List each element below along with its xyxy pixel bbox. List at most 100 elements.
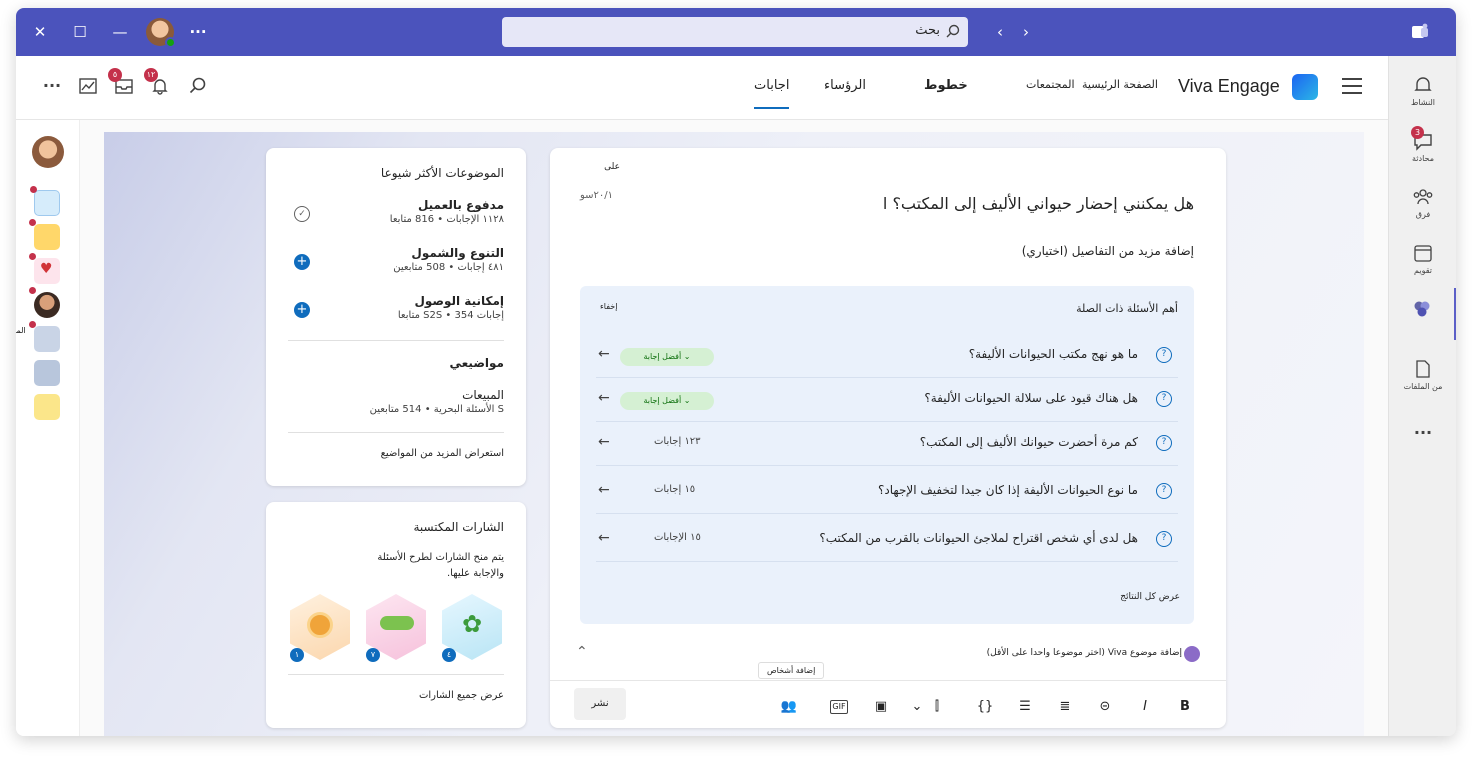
more-icon[interactable]: ··· (40, 74, 64, 98)
best-answer-label: أفضل إجابة (643, 396, 682, 405)
see-more-topics-link[interactable]: استعراض المزيد من المواضيع (381, 448, 504, 459)
rail-item-activity[interactable]: النشاط (1389, 64, 1456, 116)
topic-row[interactable]: مدفوع بالعميل ١١٢٨ الإجابات • 816 متابعا (288, 198, 504, 225)
question-text: كم مرة أحضرت حيوانك الأليف إلى المكتب؟ (919, 435, 1138, 449)
search-icon (946, 24, 960, 38)
question-icon: ? (1156, 391, 1172, 407)
rail-label: النشاط (1410, 98, 1436, 107)
teams-logo-icon (1412, 23, 1428, 38)
attach-icon[interactable]: ⫿ (926, 696, 948, 718)
see-all-results-link[interactable]: عرض كل النتائج (1120, 592, 1180, 602)
back-chevron-icon[interactable]: ‹ (988, 20, 1012, 44)
rail-item-chat[interactable]: 3 محادثة (1389, 120, 1456, 172)
community-rail: ♥ المعارف (16, 120, 80, 736)
bell-icon (1414, 77, 1432, 91)
code-block-icon[interactable]: {} (974, 696, 996, 718)
more-options-button[interactable]: ··· (186, 20, 210, 44)
hamburger-menu-icon[interactable] (1342, 78, 1362, 94)
tab-storylines[interactable]: خطوط (924, 78, 968, 93)
italic-icon[interactable]: I (1134, 696, 1156, 718)
topic-name: مدفوع بالعميل (417, 198, 504, 212)
community-icon[interactable] (30, 186, 60, 216)
engage-header: ··· ٥ ١٢ اجابات الرؤساء خطوط المجتمعات ا… (16, 56, 1388, 120)
character-counter: ٢٠/١سو (580, 190, 614, 201)
question-title-input[interactable]: هل يمكنني إحضار حيواني الأليف إلى المكتب… (883, 194, 1194, 213)
related-question-row[interactable]: ? كم مرة أحضرت حيوانك الأليف إلى المكتب؟… (596, 422, 1178, 466)
arrow-left-icon[interactable]: ← (598, 482, 610, 498)
arrow-left-icon[interactable]: ← (598, 346, 610, 362)
search-icon[interactable] (188, 76, 208, 96)
hide-button[interactable]: إخفاء (600, 302, 617, 311)
follow-plus-icon[interactable]: + (294, 302, 310, 318)
details-input[interactable]: إضافة مزيد من التفاصيل (اختياري) (1022, 244, 1194, 258)
community-icon[interactable] (34, 394, 60, 420)
arrow-left-icon[interactable]: ← (598, 390, 610, 406)
related-question-row[interactable]: ? ما هو نهج مكتب الحيوانات الأليفة؟ ⌄ أف… (596, 334, 1178, 378)
search-input[interactable]: بحث (502, 17, 968, 47)
forward-chevron-icon[interactable]: › (1014, 20, 1038, 44)
question-icon: ? (1156, 347, 1172, 363)
divider (288, 432, 504, 433)
topic-stats: ١١٢٨ الإجابات • 816 متابعا (389, 214, 504, 225)
follow-plus-icon[interactable]: + (294, 254, 310, 270)
community-icon[interactable] (29, 321, 60, 352)
related-question-row[interactable]: ? هل هناك قيود على سلالة الحيوانات الألي… (596, 378, 1178, 422)
numbered-list-icon[interactable]: ☰ (1014, 696, 1036, 718)
topic-row[interactable]: المبيعات S الأسئلة البحرية • 514 متابعين (288, 388, 504, 415)
bold-icon[interactable]: B (1174, 696, 1196, 718)
related-questions-panel: أهم الأسئلة ذات الصلة إخفاء ? ما هو نهج … (580, 286, 1194, 624)
main-area: ··· ٥ ١٢ اجابات الرؤساء خطوط المجتمعات ا… (16, 56, 1388, 736)
more-apps-button[interactable]: ··· (1389, 418, 1456, 470)
avatar[interactable] (146, 18, 176, 48)
add-people-tooltip: إضافة أشخاص (758, 662, 825, 679)
my-topics-title: مواضيعي (449, 356, 504, 370)
maximize-icon[interactable]: ☐ (68, 20, 92, 44)
community-icon[interactable] (29, 219, 60, 250)
rail-item-engage[interactable] (1389, 288, 1456, 340)
chevron-down-icon[interactable]: ⌄ (906, 696, 928, 718)
badge-count: ٧ (366, 648, 380, 662)
link-icon[interactable]: ⊝ (1094, 696, 1116, 718)
collapse-chevron-up-icon[interactable]: ⌃ (576, 644, 588, 660)
tab-home[interactable]: الصفحة الرئيسية (1082, 78, 1158, 91)
user-avatar[interactable] (32, 136, 64, 168)
rail-item-calendar[interactable]: تقويم (1389, 232, 1456, 284)
topic-row[interactable]: إمكانية الوصول إجابات 354 • S2S متابعا (288, 294, 504, 321)
best-answer-label: أفضل إجابة (643, 352, 682, 361)
image-icon[interactable]: ▣ (870, 696, 892, 718)
calendar-icon (1414, 245, 1432, 262)
heart-icon: ♥ (40, 261, 53, 277)
add-people-icon[interactable]: 👥 (778, 696, 800, 718)
related-question-row[interactable]: ? ما نوع الحيوانات الأليفة إذا كان جيدا … (596, 470, 1178, 514)
search-label: بحث (915, 23, 940, 38)
gif-icon[interactable]: GIF (830, 700, 848, 714)
following-check-icon[interactable]: ✓ (294, 206, 310, 222)
arrow-left-icon[interactable]: ← (598, 434, 610, 450)
teams-app-rail: النشاط 3 محادثة فرق تقويم من الملفات ··· (1388, 56, 1456, 736)
topics-title: الموضوعات الأكثر شيوعا (380, 166, 504, 180)
community-icon[interactable] (29, 287, 60, 318)
topics-card: الموضوعات الأكثر شيوعا مدفوع بالعميل ١١٢… (266, 148, 526, 486)
arrow-left-icon[interactable]: ← (598, 530, 610, 546)
rail-label: محادثة (1412, 154, 1434, 163)
tab-answers[interactable]: اجابات (754, 78, 790, 109)
bullet-list-icon[interactable]: ≣ (1054, 696, 1076, 718)
related-question-row[interactable]: ? هل لدى أي شخص اقتراح لملاجئ الحيوانات … (596, 518, 1178, 562)
topic-row[interactable]: التنوع والشمول ٤٨١ إجابات • 508 متابعين (288, 246, 504, 273)
viva-topic-icon (1184, 646, 1200, 662)
see-all-badges-link[interactable]: عرض جميع الشارات (419, 690, 504, 701)
topic-picker[interactable]: إضافة موضوع Viva (اختر موضوعا واحدا على … (987, 648, 1182, 658)
close-icon[interactable]: ✕ (28, 20, 52, 44)
answer-count: ١٥ إجابات (654, 484, 696, 495)
tab-leaders[interactable]: الرؤساء (824, 78, 866, 93)
analytics-icon[interactable] (78, 76, 98, 96)
minimize-icon[interactable]: — (108, 20, 132, 44)
answer-count: ١٢٣ إجابات (654, 436, 701, 447)
community-icon[interactable] (34, 360, 60, 386)
rail-item-files[interactable]: من الملفات (1389, 348, 1456, 400)
community-icon[interactable]: ♥ (29, 253, 60, 284)
rail-item-teams[interactable]: فرق (1389, 176, 1456, 228)
post-button[interactable]: نشر (574, 688, 626, 720)
tab-communities[interactable]: المجتمعات (1026, 78, 1075, 91)
recipient-label: على (604, 162, 620, 172)
